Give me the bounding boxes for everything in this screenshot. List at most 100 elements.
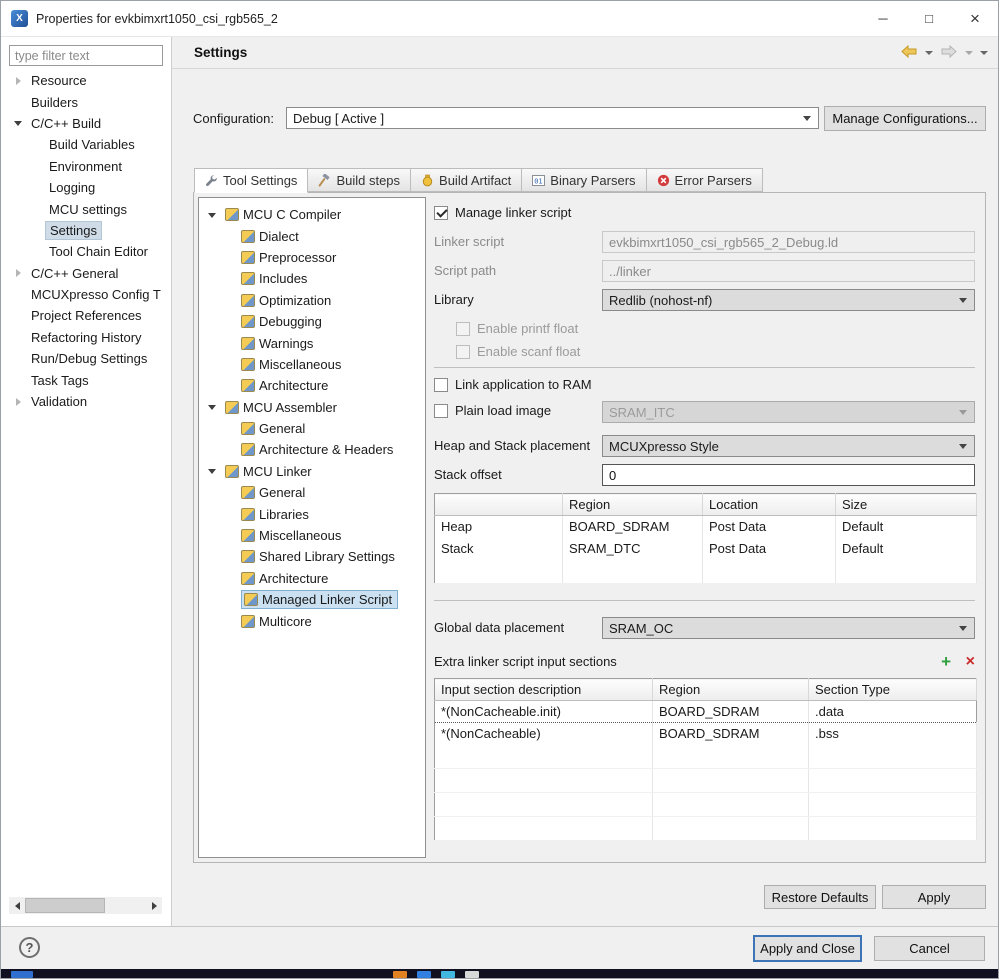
chevron-right-icon[interactable] (11, 73, 27, 89)
tool-item-warnings[interactable]: Warnings (199, 332, 425, 353)
heap-row[interactable]: Heap BOARD_SDRAM Post Data Default (434, 515, 977, 538)
minimize-icon[interactable]: ─ (860, 1, 906, 36)
sidebar-item-project-references[interactable]: Project References (1, 305, 171, 326)
taskbar-app-icon[interactable] (417, 971, 431, 978)
extra-section-row[interactable]: *(NonCacheable.init) BOARD_SDRAM .data (434, 700, 977, 723)
stack-offset-input[interactable] (602, 464, 975, 486)
configuration-combo[interactable]: Debug [ Active ] (286, 107, 819, 129)
sidebar-item-task-tags[interactable]: Task Tags (1, 369, 171, 390)
taskbar-app-icon[interactable] (465, 971, 479, 978)
chevron-right-icon[interactable] (11, 265, 27, 281)
tool-item-mcu-linker[interactable]: MCU Linker (199, 461, 425, 482)
sidebar-item-resource[interactable]: Resource (1, 70, 171, 91)
sidebar-item-run-debug-settings[interactable]: Run/Debug Settings (1, 348, 171, 369)
tool-item-optimization[interactable]: Optimization (199, 290, 425, 311)
help-icon[interactable]: ? (19, 937, 40, 958)
scrollbar-thumb[interactable] (25, 898, 105, 913)
tab-tool-settings[interactable]: Tool Settings (194, 168, 309, 193)
sidebar-item-refactoring-history[interactable]: Refactoring History (1, 327, 171, 348)
back-menu-caret-icon[interactable] (925, 50, 933, 55)
global-data-placement-combo[interactable]: SRAM_OC (602, 617, 975, 639)
tool-icon (241, 422, 255, 436)
sidebar-item-tool-chain-editor[interactable]: Tool Chain Editor (1, 241, 171, 262)
tab-label: Build steps (336, 172, 401, 188)
manage-configurations-button[interactable]: Manage Configurations... (824, 106, 986, 131)
chevron-down-icon[interactable] (205, 463, 221, 479)
sidebar-item-settings[interactable]: Settings (1, 220, 171, 241)
sidebar-item-cpp-general[interactable]: C/C++ General (1, 263, 171, 284)
manage-linker-script-checkbox[interactable] (434, 206, 448, 220)
filter-input[interactable] (9, 45, 163, 66)
forward-arrow-icon[interactable] (940, 44, 958, 61)
close-icon[interactable]: × (952, 1, 998, 36)
sidebar-item-environment[interactable]: Environment (1, 156, 171, 177)
heap-stack-placement-combo[interactable]: MCUXpresso Style (602, 435, 975, 457)
back-arrow-icon[interactable] (900, 44, 918, 61)
apply-and-close-button[interactable]: Apply and Close (753, 935, 862, 962)
tool-item-linker-general[interactable]: General (199, 482, 425, 503)
tool-item-linker-miscellaneous[interactable]: Miscellaneous (199, 525, 425, 546)
tab-label: Tool Settings (223, 173, 298, 188)
title-bar: X Properties for evkbimxrt1050_csi_rgb56… (1, 1, 998, 37)
sidebar-item-build-variables[interactable]: Build Variables (1, 134, 171, 155)
enable-scanf-float-checkbox (456, 345, 470, 359)
tool-item-architecture[interactable]: Architecture (199, 375, 425, 396)
extra-section-row[interactable]: *(NonCacheable) BOARD_SDRAM .bss (434, 722, 977, 745)
tab-build-artifact[interactable]: Build Artifact (410, 168, 523, 192)
scroll-left-icon[interactable] (9, 897, 25, 914)
tool-item-mcu-assembler[interactable]: MCU Assembler (199, 397, 425, 418)
tool-item-miscellaneous[interactable]: Miscellaneous (199, 354, 425, 375)
taskbar-app-icon[interactable] (441, 971, 455, 978)
tab-binary-parsers[interactable]: 01 Binary Parsers (521, 168, 647, 192)
restore-defaults-button[interactable]: Restore Defaults (764, 885, 876, 909)
view-menu-icon[interactable] (980, 50, 988, 55)
tool-icon (241, 443, 255, 457)
add-section-icon[interactable]: + (941, 652, 951, 672)
tool-icon (241, 507, 255, 521)
delete-section-icon[interactable]: × (966, 652, 975, 672)
tool-item-dialect[interactable]: Dialect (199, 225, 425, 246)
chevron-down-icon[interactable] (205, 207, 221, 223)
sidebar-item-cpp-build[interactable]: C/C++ Build (1, 113, 171, 134)
tool-item-multicore[interactable]: Multicore (199, 610, 425, 631)
tool-icon (241, 293, 255, 307)
chevron-down-icon[interactable] (205, 399, 221, 415)
tool-item-debugging[interactable]: Debugging (199, 311, 425, 332)
tool-item-assembler-general[interactable]: General (199, 418, 425, 439)
sidebar-item-builders[interactable]: Builders (1, 91, 171, 112)
stack-row[interactable]: Stack SRAM_DTC Post Data Default (434, 537, 977, 560)
tab-build-steps[interactable]: Build steps (307, 168, 412, 192)
tool-item-preprocessor[interactable]: Preprocessor (199, 247, 425, 268)
script-path-field: ../linker (602, 260, 975, 282)
forward-menu-caret-icon[interactable] (965, 50, 973, 55)
tool-item-libraries[interactable]: Libraries (199, 503, 425, 524)
sidebar-item-mcu-settings[interactable]: MCU settings (1, 198, 171, 219)
taskbar-app-icon[interactable] (11, 971, 33, 978)
sidebar-item-validation[interactable]: Validation (1, 391, 171, 412)
maximize-icon[interactable]: □ (906, 1, 952, 36)
tool-item-shared-library-settings[interactable]: Shared Library Settings (199, 546, 425, 567)
plain-load-image-checkbox[interactable] (434, 404, 448, 418)
tool-item-architecture-headers[interactable]: Architecture & Headers (199, 439, 425, 460)
library-combo[interactable]: Redlib (nohost-nf) (602, 289, 975, 311)
build-artifact-icon (421, 174, 434, 187)
extra-sections-header-row: Extra linker script input sections + × (430, 652, 985, 674)
scroll-right-icon[interactable] (146, 897, 162, 914)
apply-button[interactable]: Apply (882, 885, 986, 909)
tool-item-linker-architecture[interactable]: Architecture (199, 568, 425, 589)
link-application-to-ram-checkbox[interactable] (434, 378, 448, 392)
sidebar-item-logging[interactable]: Logging (1, 177, 171, 198)
configuration-label: Configuration: (193, 111, 274, 126)
taskbar-app-icon[interactable] (393, 971, 407, 978)
tool-item-managed-linker-script[interactable]: Managed Linker Script (199, 589, 425, 610)
library-label: Library (434, 292, 474, 307)
tool-item-includes[interactable]: Includes (199, 268, 425, 289)
tab-error-parsers[interactable]: Error Parsers (645, 168, 763, 192)
chevron-right-icon[interactable] (11, 394, 27, 410)
horizontal-scrollbar[interactable] (9, 897, 162, 914)
chevron-down-icon[interactable] (11, 115, 27, 131)
sidebar-item-mcuxpresso-config[interactable]: MCUXpresso Config T (1, 284, 171, 305)
window-title: Properties for evkbimxrt1050_csi_rgb565_… (36, 11, 278, 26)
tool-item-mcu-c-compiler[interactable]: MCU C Compiler (199, 204, 425, 225)
cancel-button[interactable]: Cancel (874, 936, 985, 961)
